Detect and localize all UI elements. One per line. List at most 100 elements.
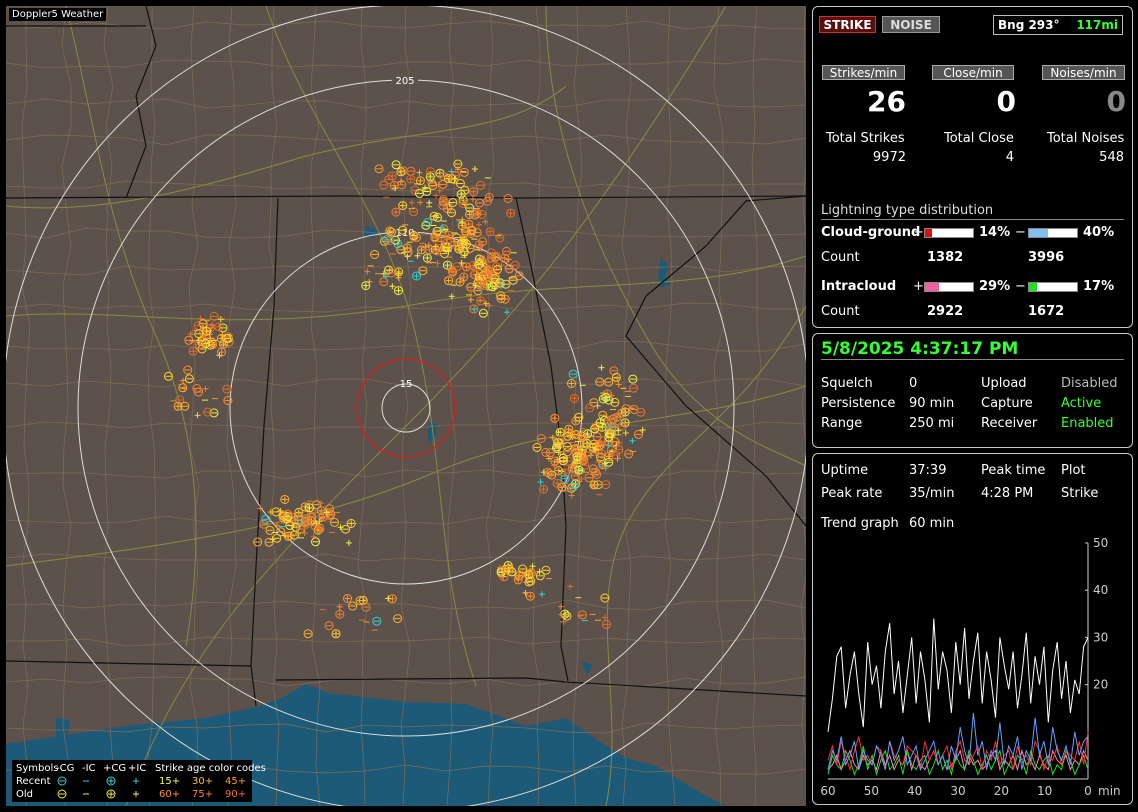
strike-marker — [180, 401, 190, 411]
strike-marker — [622, 430, 629, 436]
cg-positive-fill — [925, 229, 932, 237]
y-tick-label: 50 — [1093, 536, 1108, 550]
ic-negative-fill — [1029, 283, 1038, 291]
county-line — [6, 20, 806, 30]
close-per-min-button[interactable]: Close/min — [932, 65, 1014, 80]
strike-marker — [589, 398, 599, 408]
strike-marker — [316, 506, 326, 516]
strike-marker — [372, 616, 382, 626]
total-noises-value: 548 — [1099, 150, 1124, 165]
strike-marker — [434, 260, 441, 267]
trend-graph: 50 40 30 20 60 50 40 30 20 10 0 min — [820, 536, 1121, 798]
strike-marker — [574, 412, 584, 422]
strike-marker — [455, 244, 464, 254]
legend-symbols-label: Symbols — [16, 763, 59, 774]
datetime: 5/8/2025 4:37:17 PM — [821, 339, 1019, 359]
strike-marker — [564, 424, 574, 434]
total-strikes-value: 9972 — [872, 150, 906, 165]
divider — [821, 219, 1124, 220]
strike-marker — [567, 583, 574, 590]
strike-marker — [194, 412, 201, 419]
strike-marker — [601, 619, 611, 629]
strike-marker — [476, 180, 486, 190]
strike-marker — [552, 478, 562, 488]
ic-positive-bar — [924, 282, 974, 292]
county-line — [713, 6, 725, 806]
strike-marker — [545, 448, 555, 458]
plot-value[interactable]: Strike — [1061, 486, 1098, 501]
strike-marker — [469, 187, 479, 197]
upload-value[interactable]: Disabled — [1061, 376, 1117, 391]
lightning-map[interactable]: 205 110 15 Doppler5 Weather Symbols -CG … — [6, 6, 806, 806]
strike-marker — [481, 272, 491, 282]
squelch-value[interactable]: 0 — [909, 376, 917, 391]
strike-marker — [600, 593, 610, 603]
strike-marker — [422, 253, 432, 263]
receiver-value[interactable]: Enabled — [1061, 416, 1114, 431]
strike-marker — [529, 563, 536, 570]
strike-marker — [501, 279, 511, 289]
cg-minus-sign: − — [1015, 225, 1026, 240]
strike-marker — [568, 369, 578, 379]
age-15: 15+ — [159, 776, 181, 787]
ic-positive-pct: 29% — [979, 279, 1011, 294]
strikes-per-min-button[interactable]: Strikes/min — [822, 65, 905, 80]
strike-marker — [330, 517, 339, 527]
strike-marker — [562, 442, 572, 451]
strike-marker — [558, 611, 565, 618]
map-canvas[interactable]: 205 110 15 — [6, 6, 806, 806]
trend-label: Trend graph — [821, 516, 899, 531]
legend-type-neg-ic: -IC — [82, 763, 96, 774]
county-line — [6, 340, 806, 352]
strike-marker — [447, 266, 457, 276]
capture-value[interactable]: Active — [1061, 396, 1101, 411]
strikes-per-min-value: 26 — [867, 85, 906, 118]
strike-marker — [366, 278, 373, 285]
strike-marker — [628, 374, 638, 384]
county-line — [400, 6, 412, 806]
distribution-title: Lightning type distribution — [821, 203, 994, 218]
range-value[interactable]: 250 mi — [909, 416, 954, 431]
peak-time-label: Peak time — [981, 463, 1046, 478]
persistence-value[interactable]: 90 min — [909, 396, 954, 411]
ic-plus-sign: + — [913, 279, 924, 294]
legend-type-pos-cg: +CG — [103, 763, 127, 774]
plot-label: Plot — [1061, 463, 1086, 478]
strike-marker — [574, 465, 584, 475]
x-unit-label: min — [1098, 784, 1121, 798]
strike-marker — [379, 277, 389, 287]
cg-negative-count: 3996 — [1028, 250, 1065, 265]
strike-marker — [504, 309, 510, 316]
strike-marker — [343, 594, 352, 603]
county-line — [751, 6, 762, 806]
ic-minus-sign: − — [1015, 279, 1026, 294]
strike-marker — [426, 199, 433, 206]
strike-marker — [364, 268, 371, 275]
x-tick-label: 30 — [950, 784, 965, 798]
strike-stats-panel: STRIKE NOISE Bng 293° 117mi Strikes/min … — [812, 6, 1133, 328]
strike-marker — [348, 601, 358, 611]
bearing-readout: Bng 293° 117mi — [993, 15, 1123, 35]
strike-marker — [484, 192, 494, 202]
strike-marker — [345, 539, 352, 546]
x-tick-label: 20 — [994, 784, 1009, 798]
lake — [658, 258, 671, 288]
total-close-value: 4 — [1005, 150, 1014, 165]
y-tick-label: 40 — [1093, 583, 1108, 597]
county-line — [6, 636, 806, 647]
county-line — [357, 6, 368, 806]
ic-count-label: Count — [821, 304, 860, 319]
range-label: Range — [821, 416, 863, 431]
strike-marker — [403, 247, 413, 257]
legend-type-neg-cg: -CG — [56, 763, 75, 774]
county-line — [310, 6, 321, 806]
strike-marker — [192, 384, 202, 393]
strike-mode-button[interactable]: STRIKE — [819, 16, 876, 33]
y-tick-label: 20 — [1093, 678, 1108, 692]
noise-mode-button[interactable]: NOISE — [882, 16, 940, 33]
peak-rate-value: 35/min — [909, 486, 955, 501]
legend-old-label: Old — [16, 789, 33, 800]
trend-value[interactable]: 60 min — [909, 516, 954, 531]
noises-per-min-button[interactable]: Noises/min — [1042, 65, 1125, 80]
x-tick-label: 10 — [1037, 784, 1052, 798]
